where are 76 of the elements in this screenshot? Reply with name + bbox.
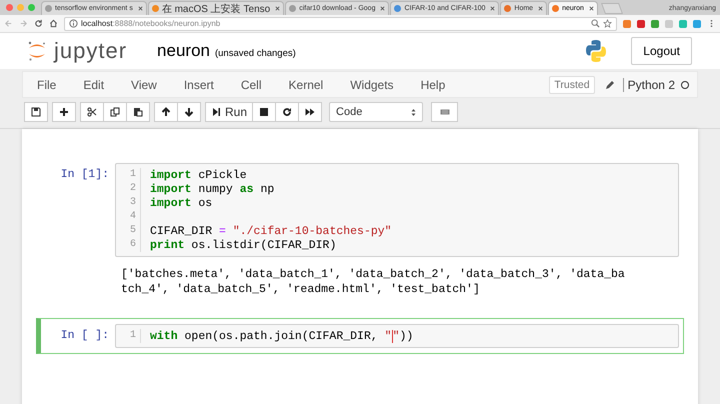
code-line: CIFAR_DIR = "./cifar-10-batches-py" [149, 224, 392, 238]
run-all-button[interactable] [298, 102, 322, 122]
home-icon[interactable] [49, 19, 58, 28]
notebook-name[interactable]: neuron [157, 41, 210, 61]
line-number: 4 [116, 210, 141, 224]
keyboard-button[interactable] [431, 102, 458, 122]
info-icon [69, 19, 78, 28]
close-icon[interactable] [275, 6, 280, 11]
output-text: tch_4', 'data_batch_5', 'readme.html', 'test_batch'] [121, 282, 481, 297]
jupyter-logo-icon [26, 40, 48, 62]
close-icon[interactable] [138, 6, 143, 11]
close-icon[interactable] [490, 6, 496, 11]
code-line: import numpy as np [149, 182, 274, 196]
arrow-down-icon [184, 107, 194, 117]
updown-icon [411, 108, 416, 116]
code-editor[interactable]: 1 import cPickle 2 import numpy as np 3 import os 4 5 CIFAR_DIR = "./cifar-10-batches-py" 6 print os.listdir(CIFAR_DIR) [115, 163, 679, 257]
menu-item[interactable]: Insert [184, 78, 214, 92]
url-text: localhost:8888/notebooks/neuron.ipynb [81, 19, 220, 28]
line-number: 6 [116, 238, 141, 252]
step-forward-icon [211, 107, 221, 117]
kernel-name[interactable]: Python 2 [622, 78, 675, 92]
floppy-icon [31, 107, 41, 117]
menu-item[interactable]: View [131, 78, 157, 92]
restart-button[interactable] [275, 102, 300, 122]
star-icon[interactable] [603, 19, 612, 28]
close-icon[interactable] [538, 6, 544, 11]
tab-title: 在 macOS 上安装 Tenso [162, 2, 270, 16]
code-line: with open(os.path.join(CIFAR_DIR, "")) [149, 330, 414, 342]
input-prompt: In [ ]: [60, 328, 110, 342]
line-number: 1 [116, 168, 141, 182]
browser-tab[interactable]: 在 macOS 上安装 Tenso [148, 1, 284, 15]
plus-icon [59, 107, 69, 117]
line-number: 3 [116, 196, 141, 210]
paste-button[interactable] [126, 102, 150, 122]
menu-item[interactable]: Cell [240, 78, 262, 92]
move-up-button[interactable] [154, 102, 178, 122]
square-icon [259, 107, 270, 117]
arrow-up-icon [161, 107, 171, 117]
copy-button[interactable] [103, 102, 127, 122]
restart-icon [282, 107, 292, 117]
reload-icon[interactable] [34, 19, 43, 28]
logo-text: jupyter [54, 38, 128, 64]
input-prompt: In [1]: [60, 167, 110, 181]
keyboard-icon [440, 107, 450, 117]
copy-icon [110, 107, 120, 117]
pencil-icon[interactable] [604, 80, 615, 90]
code-line: print os.listdir(CIFAR_DIR) [149, 238, 336, 252]
menu-item[interactable]: Help [420, 78, 446, 92]
menu-item[interactable]: File [37, 78, 56, 92]
trusted-button[interactable]: Trusted [549, 76, 595, 94]
close-icon[interactable] [588, 6, 594, 11]
address-field[interactable]: localhost:8888/notebooks/neuron.ipynb [64, 16, 617, 30]
scissors-icon [87, 107, 97, 117]
stop-button[interactable] [252, 102, 276, 122]
menu-item[interactable]: Kernel [288, 78, 324, 92]
run-button[interactable]: Run [205, 102, 254, 122]
line-number: 5 [116, 224, 141, 238]
move-down-button[interactable] [177, 102, 201, 122]
cut-button[interactable] [80, 102, 104, 122]
line-number: 2 [116, 182, 141, 196]
close-icon[interactable] [380, 6, 386, 11]
paste-icon [133, 107, 143, 117]
code-editor[interactable]: 1 with open(os.path.join(CIFAR_DIR, "")) [115, 324, 679, 348]
save-button[interactable] [24, 102, 48, 122]
logout-button[interactable]: Logout [631, 37, 692, 65]
output-text: ['batches.meta', 'data_batch_1', 'data_batch_2', 'data_batch_3', 'data_ba [121, 267, 626, 282]
add-cell-button[interactable] [52, 102, 76, 122]
code-line: import os [149, 196, 212, 210]
menu-item[interactable]: Edit [83, 78, 104, 92]
cell-type-dropdown[interactable]: Code [329, 102, 424, 122]
zoom-icon[interactable] [591, 19, 600, 28]
fast-forward-icon [305, 107, 316, 117]
save-status: (unsaved changes) [214, 48, 296, 58]
code-line: import cPickle [149, 168, 247, 182]
menu-item[interactable]: Widgets [350, 78, 394, 92]
line-number: 1 [116, 329, 141, 343]
